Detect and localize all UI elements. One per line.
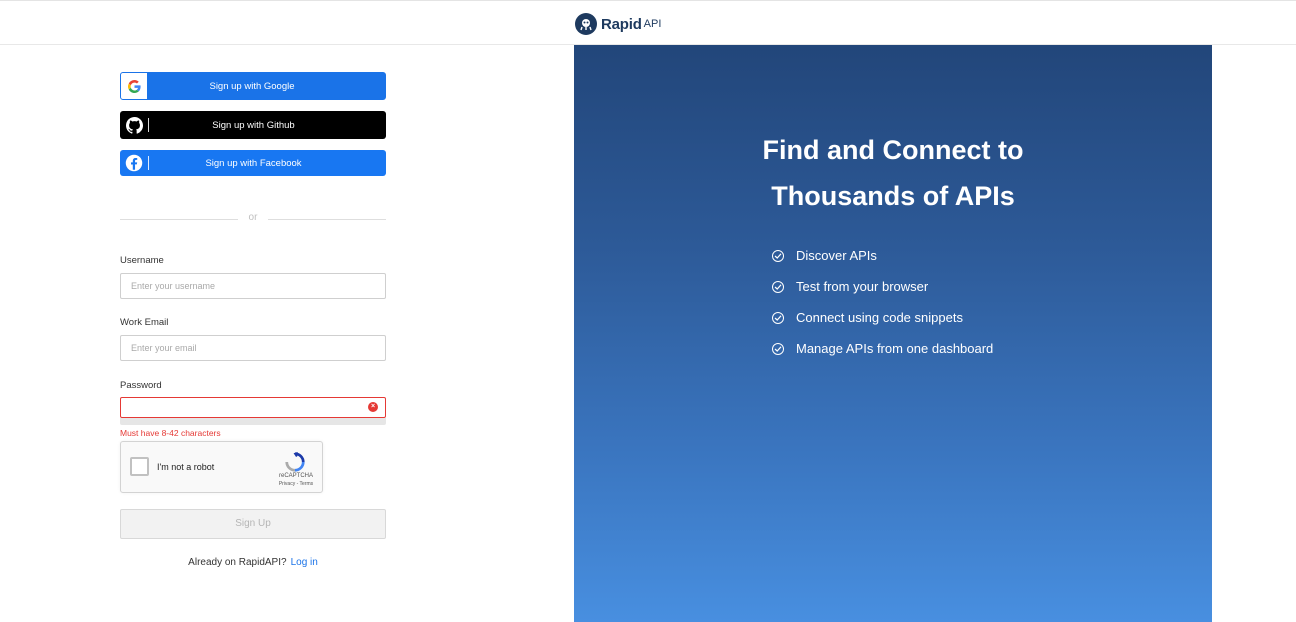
signup-google-button[interactable]: Sign up with Google xyxy=(120,72,386,100)
login-prompt-text: Already on RapidAPI? xyxy=(188,557,287,568)
password-strength-bar xyxy=(120,418,386,425)
error-icon: × xyxy=(368,402,378,412)
recaptcha-checkbox[interactable] xyxy=(130,457,149,476)
check-circle-icon xyxy=(772,280,784,293)
login-link[interactable]: Log in xyxy=(291,557,318,568)
rapidapi-logo-icon xyxy=(575,13,597,35)
check-circle-icon xyxy=(772,311,784,324)
feature-item: Manage APIs from one dashboard xyxy=(772,333,993,364)
feature-list: Discover APIs Test from your browser Con… xyxy=(772,240,993,364)
recaptcha-icon xyxy=(285,451,305,472)
top-bar: Rapid API xyxy=(0,0,1296,45)
rapidapi-logo[interactable]: Rapid API xyxy=(575,12,661,36)
or-text: or xyxy=(248,212,258,223)
recaptcha-brand: reCAPTCHA xyxy=(278,473,313,479)
password-label: Password xyxy=(120,380,162,391)
recaptcha-label: I'm not a robot xyxy=(157,462,215,472)
hero-title: Find and Connect to Thousands of APIs xyxy=(762,135,1024,211)
email-label: Work Email xyxy=(120,317,169,328)
username-label: Username xyxy=(120,255,164,266)
signup-button[interactable]: Sign Up xyxy=(120,509,386,539)
or-divider: or xyxy=(120,212,386,226)
hero-panel: Find and Connect to Thousands of APIs Di… xyxy=(574,45,1212,622)
signup-github-button[interactable]: Sign up with Github xyxy=(120,111,386,139)
signup-facebook-label: Sign up with Facebook xyxy=(205,157,302,169)
login-prompt: Already on RapidAPI? Log in xyxy=(120,557,386,568)
facebook-icon xyxy=(120,149,148,177)
signup-facebook-button[interactable]: Sign up with Facebook xyxy=(120,150,386,176)
username-input[interactable] xyxy=(120,273,386,299)
feature-item: Test from your browser xyxy=(772,271,993,302)
email-input[interactable] xyxy=(120,335,386,361)
recaptcha-links[interactable]: Privacy - Terms xyxy=(271,481,321,487)
signup-google-label: Sign up with Google xyxy=(209,80,295,92)
password-input[interactable] xyxy=(120,397,386,418)
github-icon xyxy=(120,111,148,139)
check-circle-icon xyxy=(772,249,784,262)
check-circle-icon xyxy=(772,342,784,355)
feature-item: Connect using code snippets xyxy=(772,302,993,333)
logo-suffix: API xyxy=(643,18,662,30)
logo-name: Rapid xyxy=(601,15,642,33)
password-error-message: Must have 8-42 characters xyxy=(120,428,221,438)
feature-item: Discover APIs xyxy=(772,240,993,271)
signup-github-label: Sign up with Github xyxy=(212,119,295,131)
google-icon xyxy=(121,73,147,99)
recaptcha-widget: I'm not a robot reCAPTCHA Privacy - Term… xyxy=(120,441,323,493)
